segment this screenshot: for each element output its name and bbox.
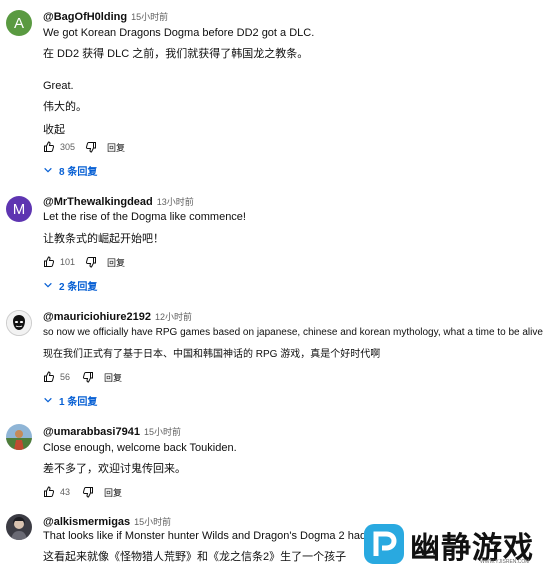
avatar[interactable]: M <box>6 196 32 222</box>
replies-count-label: 1 条回复 <box>59 396 98 408</box>
comment-translation: 让教条式的崛起开始吧！ <box>43 233 164 245</box>
reply-button[interactable]: 回复 <box>104 371 122 384</box>
timestamp[interactable]: 15小时前 <box>144 427 181 437</box>
view-replies-button[interactable]: 1 条回复 <box>43 392 97 408</box>
like-count: 43 <box>60 487 71 497</box>
comment-translation: 在 DD2 获得 DLC 之前，我们就获得了韩国龙之教条。 <box>43 48 309 60</box>
timestamp[interactable]: 15小时前 <box>134 517 171 527</box>
like-count: 56 <box>60 372 71 382</box>
thumbs-up-icon[interactable] <box>43 486 55 498</box>
author-name[interactable]: @alkismermigas <box>43 516 130 528</box>
like-count: 101 <box>60 257 76 267</box>
comment-text: That looks like if Monster hunter Wilds … <box>43 530 395 542</box>
like-count: 305 <box>60 142 76 152</box>
watermark-logo-icon <box>364 524 404 564</box>
chevron-down-icon <box>44 397 52 403</box>
watermark-url: WWW.YJISREN.COM <box>480 559 530 565</box>
reply-button[interactable]: 回复 <box>107 141 125 154</box>
comment-text: so now we officially have RPG games base… <box>43 327 543 338</box>
comment-translation: 差不多了，欢迎讨鬼传回来。 <box>43 463 186 475</box>
author-name[interactable]: @MrThewalkingdead <box>43 196 153 208</box>
thumbs-down-icon[interactable] <box>85 141 97 153</box>
view-replies-button[interactable]: 8 条回复 <box>43 162 97 178</box>
author-name[interactable]: @mauriciohiure2192 <box>43 311 151 323</box>
replies-count-label: 2 条回复 <box>59 281 98 293</box>
comment-translation: 这看起来就像《怪物猎人荒野》和《龙之信条2》生了一个孩子 <box>43 551 347 563</box>
timestamp[interactable]: 15小时前 <box>131 12 168 22</box>
author-name[interactable]: @BagOfH0lding <box>43 11 127 23</box>
author-name[interactable]: @umarabbasi7941 <box>43 426 140 438</box>
action-bar: 56 回复 <box>43 370 122 384</box>
view-replies-button[interactable]: 2 条回复 <box>43 277 97 293</box>
chevron-down-icon <box>44 167 52 173</box>
action-bar: 43 回复 <box>43 485 122 499</box>
thumbs-down-icon[interactable] <box>82 486 94 498</box>
collapse-link[interactable]: 收起 <box>43 121 65 137</box>
avatar[interactable] <box>6 310 32 336</box>
comment-text: Great. <box>43 80 74 92</box>
action-bar: 305 回复 <box>43 140 125 154</box>
reply-button[interactable]: 回复 <box>107 256 125 269</box>
avatar[interactable]: A <box>6 10 32 36</box>
avatar[interactable] <box>6 424 32 450</box>
comment-text: Let the rise of the Dogma like commence! <box>43 211 246 223</box>
thumbs-up-icon[interactable] <box>43 141 55 153</box>
action-bar: 101 回复 <box>43 255 125 269</box>
timestamp[interactable]: 13小时前 <box>157 197 194 207</box>
comment-text: We got Korean Dragons Dogma before DD2 g… <box>43 27 315 39</box>
thumbs-up-icon[interactable] <box>43 256 55 268</box>
chevron-down-icon <box>44 282 52 288</box>
comment-translation: 伟大的。 <box>43 101 87 113</box>
timestamp[interactable]: 12小时前 <box>155 312 192 322</box>
comment-text: Close enough, welcome back Toukiden. <box>43 442 237 454</box>
portrait-avatar-icon <box>6 514 32 540</box>
mask-avatar-icon <box>7 311 31 335</box>
comment-translation: 现在我们正式有了基于日本、中国和韩国神话的 RPG 游戏，真是个好时代啊 <box>43 349 381 360</box>
avatar[interactable] <box>6 514 32 540</box>
thumbs-down-icon[interactable] <box>82 371 94 383</box>
thumbs-up-icon[interactable] <box>43 371 55 383</box>
replies-count-label: 8 条回复 <box>59 166 98 178</box>
thumbs-down-icon[interactable] <box>85 256 97 268</box>
landscape-avatar-icon <box>6 424 32 450</box>
reply-button[interactable]: 回复 <box>104 486 122 499</box>
